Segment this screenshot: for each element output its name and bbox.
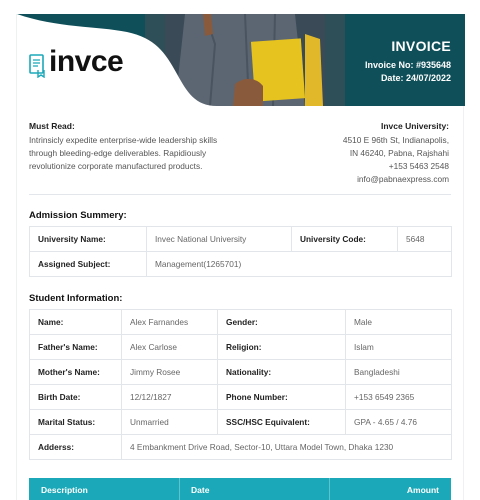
- email-link[interactable]: info@pabnaexpress.com: [343, 173, 449, 186]
- invoice-title: INVOICE: [391, 38, 451, 54]
- invoice-date: Date: 24/07/2022: [380, 73, 451, 83]
- table-label: Phone Number:: [217, 384, 346, 410]
- table-label: Father's Name:: [29, 334, 122, 360]
- column-header-description: Description: [41, 485, 88, 495]
- phone-line: +153 5463 2548: [388, 161, 449, 171]
- university-address-block: Invce University: 4510 E 96th St, Indian…: [343, 121, 449, 186]
- column-header-date: Date: [191, 485, 210, 495]
- table-value: +153 6549 2365: [345, 384, 452, 410]
- student-information-table: Name: Alex Farnandes Gender: Male Father…: [29, 309, 452, 460]
- table-row: Assigned Subject: Management(1265701): [29, 251, 452, 277]
- document-icon: [29, 54, 45, 78]
- table-value: Jimmy Rosee: [121, 359, 218, 385]
- table-value: Management(1265701): [146, 251, 452, 277]
- table-label: Nationality:: [217, 359, 346, 385]
- table-label: SSC/HSC Equivalent:: [217, 409, 346, 435]
- must-read-block: Must Read: Intrinsicly expedite enterpri…: [29, 121, 244, 173]
- table-label: Religion:: [217, 334, 346, 360]
- table-row: Father's Name: Alex Carlose Religion: Is…: [29, 334, 452, 360]
- table-value: GPA - 4.65 / 4.76: [345, 409, 452, 435]
- table-value: Alex Farnandes: [121, 309, 218, 335]
- table-value: Islam: [345, 334, 452, 360]
- table-value: Male: [345, 309, 452, 335]
- must-read-heading: Must Read:: [29, 121, 75, 131]
- table-value: Invec National University: [146, 226, 292, 252]
- student-information-title: Student Information:: [29, 293, 123, 304]
- table-value: 4 Embankment Drive Road, Sector-10, Utta…: [121, 434, 452, 460]
- must-read-line: Intrinsicly expedite enterprise-wide lea…: [29, 135, 218, 145]
- column-separator: [179, 478, 180, 500]
- table-label: Marital Status:: [29, 409, 122, 435]
- address-line: 4510 E 96th St, Indianapolis,: [342, 135, 449, 145]
- admission-summary-table: University Name: Invec National Universi…: [29, 226, 452, 277]
- address-line: IN 46240, Pabna, Rajshahi: [349, 148, 449, 158]
- table-label: Gender:: [217, 309, 346, 335]
- admission-summary-title: Admission Summery:: [29, 210, 127, 221]
- table-value: Bangladeshi: [345, 359, 452, 385]
- university-heading: Invce University:: [380, 121, 449, 131]
- table-label: Name:: [29, 309, 122, 335]
- table-label: Mother's Name:: [29, 359, 122, 385]
- must-read-line: revolutionize corporate manufactured pro…: [29, 161, 203, 171]
- table-row: Mother's Name: Jimmy Rosee Nationality: …: [29, 359, 452, 385]
- table-value: 12/12/1827: [121, 384, 218, 410]
- table-row: Adderss: 4 Embankment Drive Road, Sector…: [29, 434, 452, 460]
- invoice-page: invce INVOICE Invoice No: #935648 Date: …: [16, 14, 465, 500]
- invoice-number: Invoice No: #935648: [364, 60, 451, 70]
- section-divider: [29, 194, 451, 195]
- table-value: Alex Carlose: [121, 334, 218, 360]
- invoice-header: invce INVOICE Invoice No: #935648 Date: …: [17, 14, 465, 106]
- logo-text: invce: [49, 45, 124, 78]
- column-header-amount: Amount: [406, 485, 439, 495]
- table-value: 5648: [397, 226, 452, 252]
- table-label: University Code:: [291, 226, 398, 252]
- table-label: Assigned Subject:: [29, 251, 147, 277]
- items-table-header: Description Date Amount: [29, 478, 451, 500]
- brand-logo: invce: [29, 44, 139, 80]
- table-label: Birth Date:: [29, 384, 122, 410]
- table-label: Adderss:: [29, 434, 122, 460]
- table-value: Unmarried: [121, 409, 218, 435]
- table-label: University Name:: [29, 226, 147, 252]
- must-read-line: through bleeding-edge deliverables. Rapi…: [29, 148, 207, 158]
- table-row: Name: Alex Farnandes Gender: Male: [29, 309, 452, 335]
- table-row: Birth Date: 12/12/1827 Phone Number: +15…: [29, 384, 452, 410]
- column-separator: [329, 478, 330, 500]
- table-row: University Name: Invec National Universi…: [29, 226, 452, 252]
- table-row: Marital Status: Unmarried SSC/HSC Equiva…: [29, 409, 452, 435]
